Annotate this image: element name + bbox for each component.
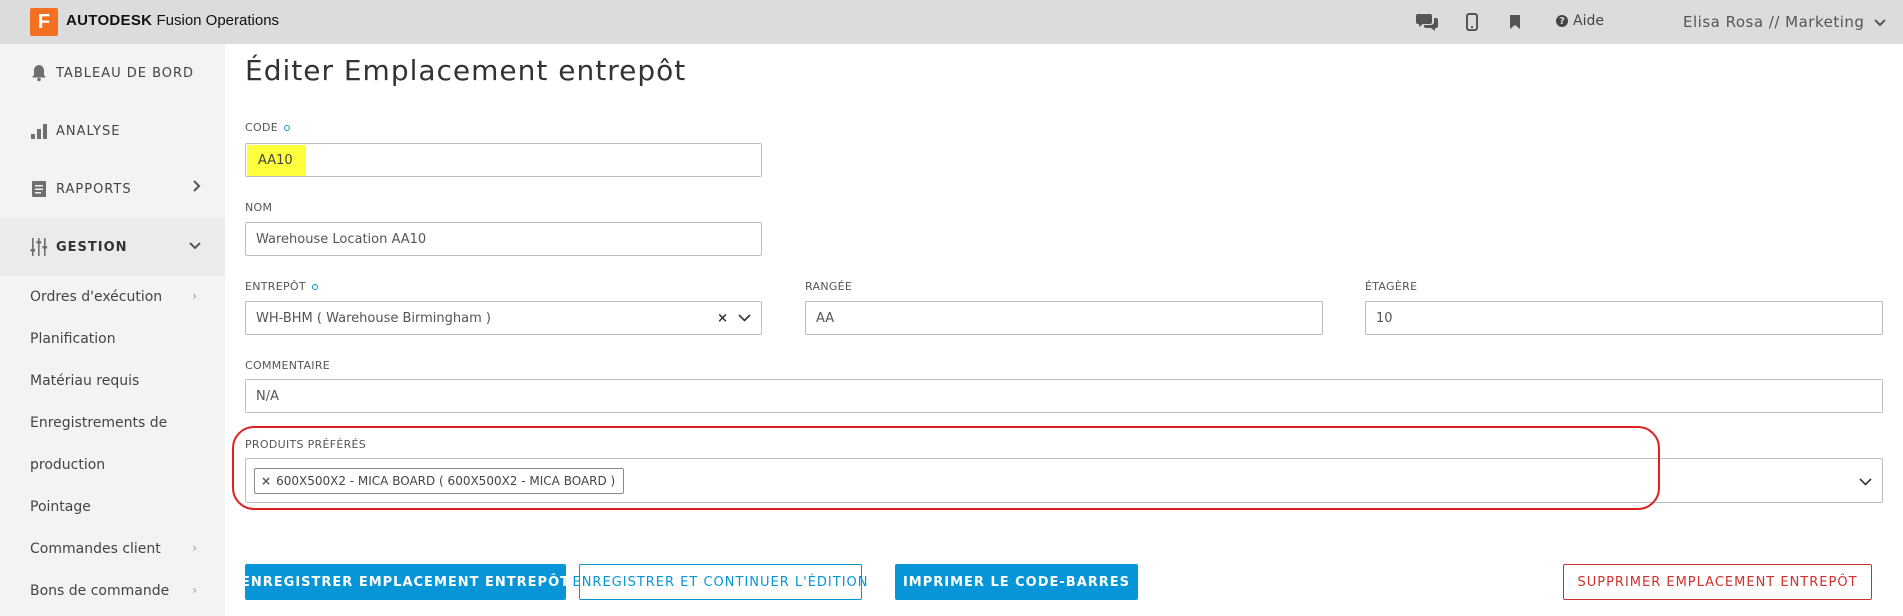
sidebar-subitem-label: Planification <box>30 331 116 347</box>
sidebar-subitem-label: Enregistrements de <box>30 415 168 431</box>
sidebar-item-label: GESTION <box>56 239 128 255</box>
required-icon <box>311 283 318 290</box>
sidebar-subitem-label: Matériau requis <box>30 373 140 389</box>
sidebar-item-label: RAPPORTS <box>56 181 132 197</box>
comment-value: N/A <box>256 388 279 404</box>
comment-label-text: COMMENTAIRE <box>245 359 331 372</box>
sidebar-subitem-work-orders[interactable]: Ordres d'exécution › <box>0 276 225 318</box>
chevron-right-icon: › <box>192 541 197 555</box>
report-icon <box>28 178 50 200</box>
required-icon <box>283 124 290 131</box>
row-value: AA <box>816 310 835 326</box>
save-continue-button[interactable]: ENREGISTRER ET CONTINUER L'ÉDITION <box>572 564 868 600</box>
user-menu[interactable]: Elisa Rosa // Marketing <box>1683 13 1887 31</box>
sidebar-subitem-time-tracking[interactable]: Pointage <box>0 486 225 528</box>
sidebar-item-label: ANALYSE <box>56 123 121 139</box>
code-label: CODE <box>245 121 290 134</box>
brand-name: AUTODESK Fusion Operations <box>66 12 279 29</box>
sidebar-item-management[interactable]: GESTION <box>0 218 225 276</box>
sidebar-item-dashboard[interactable]: TABLEAU DE BORD <box>0 44 225 102</box>
select-controls: × <box>717 310 751 326</box>
mobile-icon[interactable] <box>1461 11 1483 33</box>
name-input[interactable]: Warehouse Location AA10 <box>245 222 762 256</box>
sidebar: TABLEAU DE BORD ANALYSE RAPPORTS GESTION… <box>0 44 225 616</box>
row-label-text: RANGÉE <box>805 280 853 293</box>
sidebar-subitem-sales-orders[interactable]: Commandes client › <box>0 528 225 570</box>
sidebar-subitem-required-material[interactable]: Matériau requis <box>0 360 225 402</box>
chevron-right-icon <box>193 180 201 196</box>
user-label: Elisa Rosa // Marketing <box>1683 13 1865 31</box>
chevron-down-icon <box>189 238 201 254</box>
sidebar-subitem-label: Pointage <box>30 499 91 515</box>
warehouse-label-text: ENTREPÔT <box>245 280 306 293</box>
sidebar-subitem-purchase-orders[interactable]: Bons de commande › <box>0 570 225 612</box>
brand-bold: AUTODESK <box>66 12 153 29</box>
shelf-input[interactable]: 10 <box>1365 301 1883 335</box>
fusion-logo[interactable]: F <box>30 8 58 36</box>
code-label-text: CODE <box>245 121 278 134</box>
bookmark-icon[interactable] <box>1504 11 1526 33</box>
chevron-down-icon[interactable] <box>738 310 751 326</box>
products-label: PRODUITS PRÉFÉRÉS <box>245 438 366 451</box>
bell-icon <box>28 62 50 84</box>
comment-label: COMMENTAIRE <box>245 359 330 372</box>
chevron-down-icon <box>1874 13 1887 31</box>
help-link[interactable]: ? Aide <box>1556 13 1604 29</box>
chat-icon[interactable] <box>1416 11 1438 33</box>
row-input[interactable]: AA <box>805 301 1323 335</box>
sidebar-subitem-production-records[interactable]: Enregistrements de <box>0 402 225 444</box>
sidebar-subitem-label: production <box>30 457 106 473</box>
name-label-text: NOM <box>245 201 273 214</box>
sidebar-subitem-label: Ordres d'exécution <box>30 289 163 305</box>
sidebar-subitem-label: Commandes client <box>30 541 161 557</box>
clear-icon[interactable]: × <box>717 311 728 326</box>
warehouse-select[interactable]: WH-BHM ( Warehouse Birmingham ) × <box>245 301 762 335</box>
question-icon: ? <box>1556 15 1568 27</box>
warehouse-label: ENTREPÔT <box>245 280 318 293</box>
page-title: Éditer Emplacement entrepôt <box>245 54 687 87</box>
print-barcode-button[interactable]: IMPRIMER LE CODE-BARRES <box>895 564 1138 600</box>
product-tag-label: 600X500X2 - MICA BOARD ( 600X500X2 - MIC… <box>276 473 616 488</box>
bar-chart-icon <box>28 120 50 142</box>
delete-button[interactable]: SUPPRIMER EMPLACEMENT ENTREPÔT <box>1563 564 1872 600</box>
chevron-down-icon[interactable] <box>1859 475 1872 490</box>
sidebar-item-reports[interactable]: RAPPORTS <box>0 160 225 218</box>
shelf-value: 10 <box>1376 310 1393 326</box>
remove-tag-icon[interactable]: × <box>261 474 271 488</box>
products-multiselect[interactable]: × 600X500X2 - MICA BOARD ( 600X500X2 - M… <box>245 458 1883 503</box>
top-bar: F AUTODESK Fusion Operations ? Aide Elis… <box>0 0 1903 44</box>
save-button[interactable]: ENREGISTRER EMPLACEMENT ENTREPÔT <box>241 564 569 600</box>
sliders-icon <box>28 236 50 258</box>
sidebar-subitem-production-records-cont[interactable]: production <box>0 444 225 486</box>
product-tag: × 600X500X2 - MICA BOARD ( 600X500X2 - M… <box>254 467 625 494</box>
shelf-label-text: ÉTAGÈRE <box>1365 280 1418 293</box>
sidebar-subitem-planning[interactable]: Planification <box>0 318 225 360</box>
code-input[interactable]: AA10 <box>245 143 762 177</box>
help-label: Aide <box>1573 13 1604 29</box>
products-label-text: PRODUITS PRÉFÉRÉS <box>245 438 367 451</box>
chevron-right-icon: › <box>192 583 197 597</box>
comment-input[interactable]: N/A <box>245 379 1883 413</box>
chevron-right-icon: › <box>192 289 197 303</box>
sidebar-subitem-label: Bons de commande <box>30 583 170 599</box>
sidebar-item-label: TABLEAU DE BORD <box>56 65 195 81</box>
shelf-label: ÉTAGÈRE <box>1365 280 1417 293</box>
row-label: RANGÉE <box>805 280 852 293</box>
name-value: Warehouse Location AA10 <box>256 231 427 247</box>
name-label: NOM <box>245 201 272 214</box>
warehouse-value: WH-BHM ( Warehouse Birmingham ) <box>256 310 491 326</box>
brand-product: Fusion Operations <box>156 12 280 29</box>
code-value: AA10 <box>247 144 306 176</box>
sidebar-item-analysis[interactable]: ANALYSE <box>0 102 225 160</box>
logo-letter: F <box>37 10 51 33</box>
